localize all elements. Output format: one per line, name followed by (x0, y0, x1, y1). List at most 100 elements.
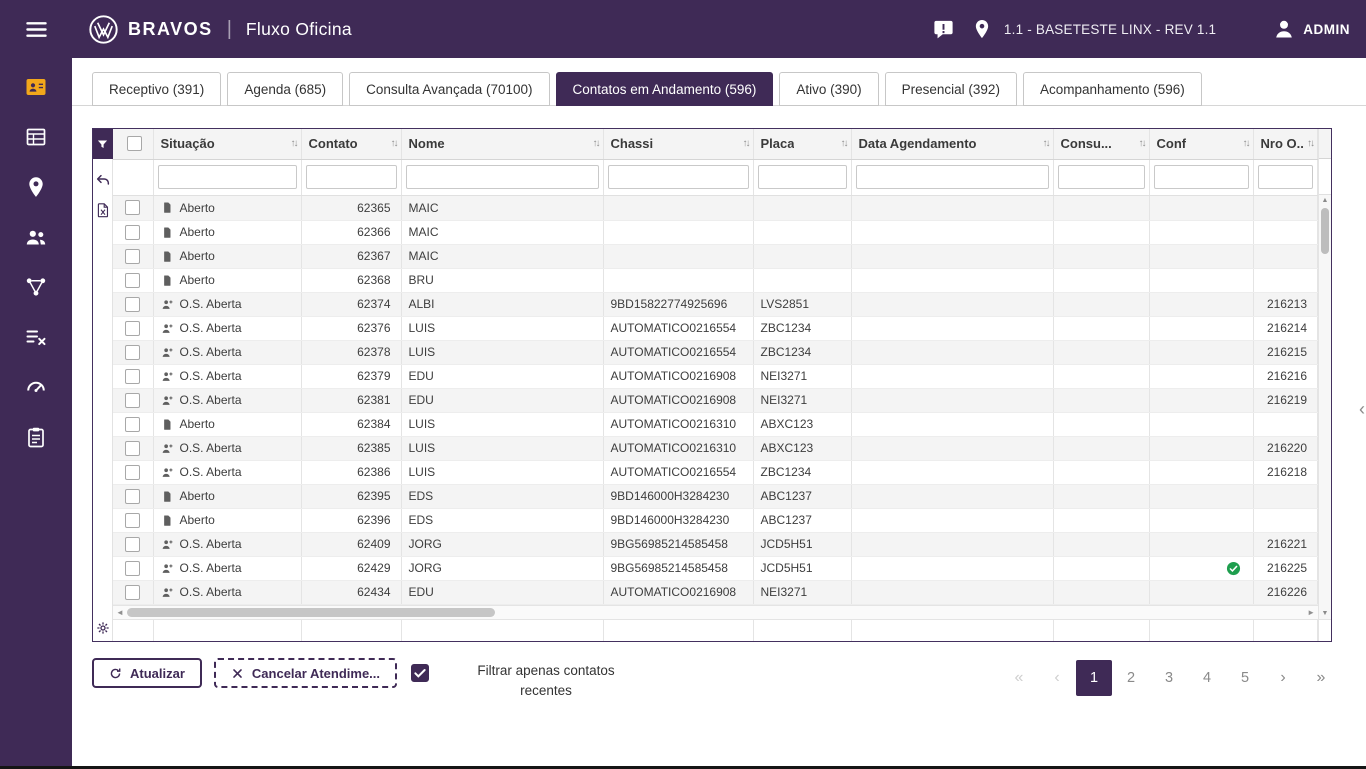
sort-icon[interactable]: ↑↓ (388, 138, 397, 149)
sidebar-item-contact-card[interactable] (16, 73, 56, 101)
row-checkbox[interactable] (125, 393, 140, 408)
tab-receptivo-391-[interactable]: Receptivo (391) (92, 72, 221, 106)
tab-agenda-685-[interactable]: Agenda (685) (227, 72, 343, 106)
row-checkbox[interactable] (125, 537, 140, 552)
pagination-page-5[interactable]: 5 (1226, 660, 1264, 696)
grid-export-button[interactable] (94, 201, 112, 219)
filter-input-consu[interactable] (1058, 165, 1145, 189)
table-row[interactable]: O.S. Aberta 62386 LUIS AUTOMATICO0216554… (113, 460, 1318, 484)
scroll-right-icon[interactable]: ► (1307, 608, 1315, 618)
vertical-scrollbar[interactable]: ▲ ▼ (1318, 129, 1331, 641)
sort-icon[interactable]: ↑↓ (1136, 138, 1145, 149)
table-row[interactable]: Aberto 62366 MAIC (113, 220, 1318, 244)
table-row[interactable]: Aberto 62365 MAIC (113, 196, 1318, 220)
sort-icon[interactable]: ↑↓ (1240, 138, 1249, 149)
horizontal-scroll-thumb[interactable] (127, 608, 495, 617)
sidebar-item-people[interactable] (16, 223, 56, 251)
location-button[interactable] (971, 18, 994, 41)
tab-contatos-em-andamento-596-[interactable]: Contatos em Andamento (596) (556, 72, 774, 106)
scroll-down-icon[interactable]: ▼ (1319, 610, 1331, 617)
sidebar-item-table[interactable] (16, 123, 56, 151)
sort-icon[interactable]: ↑↓ (1040, 138, 1049, 149)
row-checkbox[interactable] (125, 225, 140, 240)
row-checkbox[interactable] (125, 561, 140, 576)
sidebar-item-map-pin[interactable] (16, 173, 56, 201)
table-row[interactable]: O.S. Aberta 62385 LUIS AUTOMATICO0216310… (113, 436, 1318, 460)
pagination-last[interactable]: » (1302, 660, 1340, 696)
grid-filter-button[interactable] (93, 129, 113, 159)
column-header-chassi[interactable]: Chassi↑↓ (603, 129, 753, 159)
pagination-page-1[interactable]: 1 (1076, 660, 1112, 696)
grid-undo-button[interactable] (94, 171, 112, 189)
column-header-contato[interactable]: Contato↑↓ (301, 129, 401, 159)
sidebar-item-clipboard[interactable] (16, 423, 56, 451)
pagination-next[interactable]: › (1264, 660, 1302, 696)
column-header-conf[interactable]: Conf↑↓ (1149, 129, 1253, 159)
table-row[interactable]: O.S. Aberta 62374 ALBI 9BD15822774925696… (113, 292, 1318, 316)
sidebar-item-gauge[interactable] (16, 373, 56, 401)
select-all-checkbox[interactable] (127, 136, 142, 151)
grid-settings-button[interactable] (94, 619, 112, 637)
column-header-placa[interactable]: Placa↑↓ (753, 129, 851, 159)
tab-presencial-392-[interactable]: Presencial (392) (885, 72, 1017, 106)
filter-input-placa[interactable] (758, 165, 847, 189)
filter-input-nome[interactable] (406, 165, 599, 189)
sort-icon[interactable]: ↑↓ (1304, 138, 1313, 149)
column-header-situacao[interactable]: Situação↑↓ (153, 129, 301, 159)
row-checkbox[interactable] (125, 345, 140, 360)
sidebar-item-list-x[interactable] (16, 323, 56, 351)
scroll-left-icon[interactable]: ◄ (116, 608, 124, 618)
column-header-consu[interactable]: Consu...↑↓ (1053, 129, 1149, 159)
table-row[interactable]: O.S. Aberta 62376 LUIS AUTOMATICO0216554… (113, 316, 1318, 340)
sort-icon[interactable]: ↑↓ (288, 138, 297, 149)
pagination-prev[interactable]: ‹ (1038, 660, 1076, 696)
table-row[interactable]: Aberto 62367 MAIC (113, 244, 1318, 268)
sort-icon[interactable]: ↑↓ (590, 138, 599, 149)
column-header-nome[interactable]: Nome↑↓ (401, 129, 603, 159)
table-row[interactable]: Aberto 62368 BRU (113, 268, 1318, 292)
table-row[interactable]: O.S. Aberta 62409 JORG 9BG56985214585458… (113, 532, 1318, 556)
pagination-page-3[interactable]: 3 (1150, 660, 1188, 696)
recent-contacts-checkbox[interactable] (411, 664, 429, 682)
filter-input-situacao[interactable] (158, 165, 297, 189)
filter-input-data_agendamento[interactable] (856, 165, 1049, 189)
column-header-nro_os[interactable]: Nro O...↑↓ (1253, 129, 1318, 159)
row-checkbox[interactable] (125, 513, 140, 528)
user-menu[interactable]: ADMIN (1272, 17, 1350, 41)
row-checkbox[interactable] (125, 273, 140, 288)
tab-acompanhamento-596-[interactable]: Acompanhamento (596) (1023, 72, 1202, 106)
sort-icon[interactable]: ↑↓ (838, 138, 847, 149)
scroll-up-icon[interactable]: ▲ (1319, 197, 1331, 204)
row-checkbox[interactable] (125, 297, 140, 312)
tab-consulta-avan-ada-70100-[interactable]: Consulta Avançada (70100) (349, 72, 549, 106)
table-row[interactable]: Aberto 62384 LUIS AUTOMATICO0216310 ABXC… (113, 412, 1318, 436)
column-header-data_agendamento[interactable]: Data Agendamento↑↓ (851, 129, 1053, 159)
sidebar-item-flow[interactable] (16, 273, 56, 301)
menu-button[interactable] (16, 15, 56, 43)
row-checkbox[interactable] (125, 369, 140, 384)
filter-input-conf[interactable] (1154, 165, 1249, 189)
table-row[interactable]: O.S. Aberta 62379 EDU AUTOMATICO0216908 … (113, 364, 1318, 388)
table-row[interactable]: O.S. Aberta 62378 LUIS AUTOMATICO0216554… (113, 340, 1318, 364)
row-checkbox[interactable] (125, 585, 140, 600)
row-checkbox[interactable] (125, 417, 140, 432)
row-checkbox[interactable] (125, 321, 140, 336)
row-checkbox[interactable] (125, 489, 140, 504)
table-row[interactable]: O.S. Aberta 62429 JORG 9BG56985214585458… (113, 556, 1318, 580)
vertical-scroll-thumb[interactable] (1321, 208, 1329, 254)
refresh-button[interactable]: Atualizar (92, 658, 202, 688)
side-panel-collapse-handle[interactable]: ‹ (1359, 400, 1365, 418)
cancel-service-button[interactable]: Cancelar Atendime... (214, 658, 397, 688)
pagination-first[interactable]: « (1000, 660, 1038, 696)
row-checkbox[interactable] (125, 200, 140, 215)
table-row[interactable]: O.S. Aberta 62434 EDU AUTOMATICO0216908 … (113, 580, 1318, 604)
filter-input-chassi[interactable] (608, 165, 749, 189)
notifications-button[interactable] (932, 18, 955, 41)
table-row[interactable]: Aberto 62396 EDS 9BD146000H3284230 ABC12… (113, 508, 1318, 532)
pagination-page-4[interactable]: 4 (1188, 660, 1226, 696)
row-checkbox[interactable] (125, 465, 140, 480)
table-row[interactable]: O.S. Aberta 62381 EDU AUTOMATICO0216908 … (113, 388, 1318, 412)
sort-icon[interactable]: ↑↓ (740, 138, 749, 149)
row-checkbox[interactable] (125, 441, 140, 456)
filter-input-nro_os[interactable] (1258, 165, 1314, 189)
